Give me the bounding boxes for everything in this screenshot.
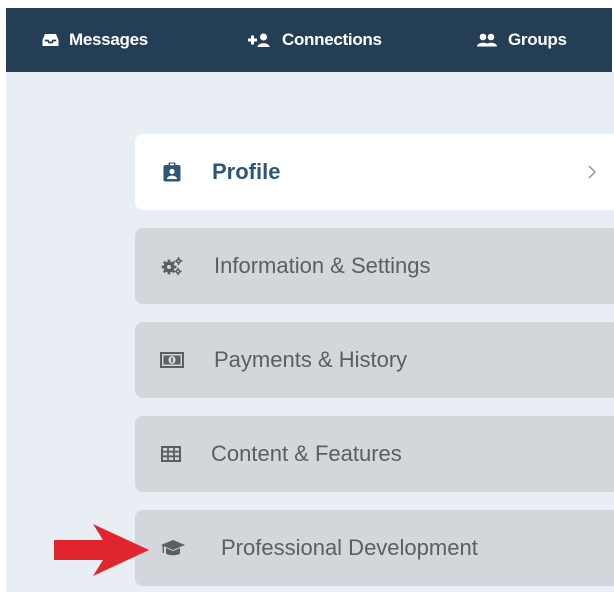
- nav-item-messages[interactable]: Messages: [42, 8, 148, 72]
- sidebar-item-label: Content & Features: [211, 441, 402, 466]
- sidebar-item-profile[interactable]: Profile: [135, 134, 614, 210]
- nav-item-label: Groups: [508, 30, 567, 49]
- add-user-icon: [248, 33, 272, 47]
- sidebar-item-payments-history[interactable]: Payments & History: [135, 322, 614, 398]
- group-icon: [476, 33, 498, 47]
- sidebar-item-professional-development[interactable]: Professional Development: [135, 510, 614, 586]
- sidebar-item-label: Information & Settings: [214, 253, 431, 278]
- gears-icon: [161, 228, 183, 304]
- app-frame: Messages Connections Groups Profile Info…: [0, 0, 614, 592]
- sidebar-item-label: Payments & History: [214, 347, 408, 372]
- top-navigation-bar: Messages Connections Groups: [6, 8, 612, 72]
- nav-item-connections[interactable]: Connections: [248, 8, 382, 72]
- graduation-cap-icon: [160, 510, 186, 586]
- nav-item-groups[interactable]: Groups: [476, 8, 567, 72]
- inbox-icon: [42, 33, 59, 47]
- red-arrow-icon: [54, 524, 149, 576]
- sidebar-item-label: Profile: [212, 159, 281, 184]
- sidebar-item-content-features[interactable]: Content & Features: [135, 416, 614, 492]
- chevron-right-icon: [588, 134, 596, 210]
- table-icon: [161, 416, 181, 492]
- money-icon: [160, 322, 184, 398]
- badge-icon: [163, 134, 181, 210]
- nav-item-label: Messages: [69, 30, 148, 49]
- nav-item-label: Connections: [282, 30, 382, 49]
- sidebar-item-information-settings[interactable]: Information & Settings: [135, 228, 614, 304]
- sidebar-item-label: Professional Development: [221, 535, 478, 560]
